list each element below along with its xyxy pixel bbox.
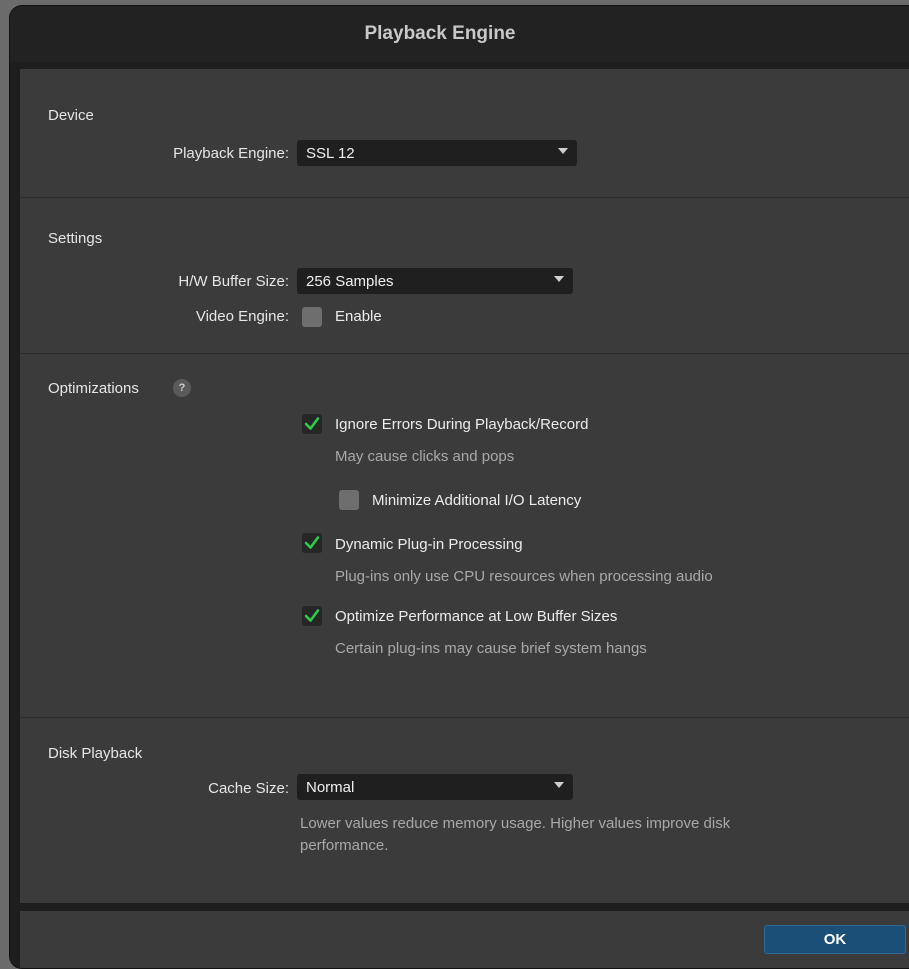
chevron-down-icon <box>554 782 564 788</box>
video-engine-label: Video Engine: <box>195 308 289 325</box>
help-icon[interactable]: ? <box>173 379 191 397</box>
dialog-content: Device Playback Engine: SSL 12 Settings … <box>20 69 909 903</box>
cache-size-label: Cache Size: <box>208 780 289 797</box>
cache-size-description-line2: performance. <box>300 837 389 854</box>
playback-engine-dialog: Playback Engine Device Playback Engine: … <box>10 6 909 968</box>
ignore-errors-description: May cause clicks and pops <box>335 448 515 465</box>
playback-engine-label: Playback Engine: <box>173 145 289 162</box>
device-section: Device Playback Engine: SSL 12 <box>20 69 909 198</box>
dialog-footer: OK <box>20 911 909 968</box>
settings-section-title: Settings <box>48 230 103 247</box>
playback-engine-dropdown[interactable]: SSL 12 <box>297 140 577 166</box>
checkmark-icon <box>304 417 320 430</box>
optimizations-section: Optimizations ? Ignore Errors During Pla… <box>20 353 909 718</box>
checkmark-icon <box>304 536 320 549</box>
checkmark-icon <box>304 609 320 622</box>
dialog-title: Playback Engine <box>10 6 909 62</box>
dynamic-plugin-label: Dynamic Plug-in Processing <box>335 536 523 553</box>
buffer-size-label: H/W Buffer Size: <box>178 273 289 290</box>
ok-button[interactable]: OK <box>764 925 906 954</box>
cache-size-value: Normal <box>306 778 355 796</box>
chevron-down-icon <box>558 148 568 154</box>
buffer-size-dropdown[interactable]: 256 Samples <box>297 268 573 294</box>
settings-section: Settings H/W Buffer Size: 256 Samples Vi… <box>20 197 909 354</box>
video-engine-checkbox[interactable] <box>302 307 322 327</box>
minimize-latency-label: Minimize Additional I/O Latency <box>372 492 582 509</box>
ignore-errors-checkbox[interactable] <box>302 414 322 434</box>
buffer-size-value: 256 Samples <box>306 272 394 290</box>
video-engine-option-label: Enable <box>335 308 382 325</box>
ignore-errors-label: Ignore Errors During Playback/Record <box>335 416 589 433</box>
dynamic-plugin-checkbox[interactable] <box>302 533 322 553</box>
cache-size-description-line1: Lower values reduce memory usage. Higher… <box>300 815 731 832</box>
chevron-down-icon <box>554 276 564 282</box>
playback-engine-value: SSL 12 <box>306 144 355 162</box>
cache-size-dropdown[interactable]: Normal <box>297 774 573 800</box>
optimizations-section-title: Optimizations <box>48 380 139 397</box>
dynamic-plugin-description: Plug-ins only use CPU resources when pro… <box>335 568 713 585</box>
disk-playback-section-title: Disk Playback <box>48 745 143 762</box>
minimize-latency-checkbox[interactable] <box>339 490 359 510</box>
device-section-title: Device <box>48 107 94 124</box>
optimize-performance-checkbox[interactable] <box>302 606 322 626</box>
optimize-performance-label: Optimize Performance at Low Buffer Sizes <box>335 608 618 625</box>
optimize-performance-description: Certain plug-ins may cause brief system … <box>335 640 647 657</box>
disk-playback-section: Disk Playback Cache Size: Normal Lower v… <box>20 717 909 903</box>
